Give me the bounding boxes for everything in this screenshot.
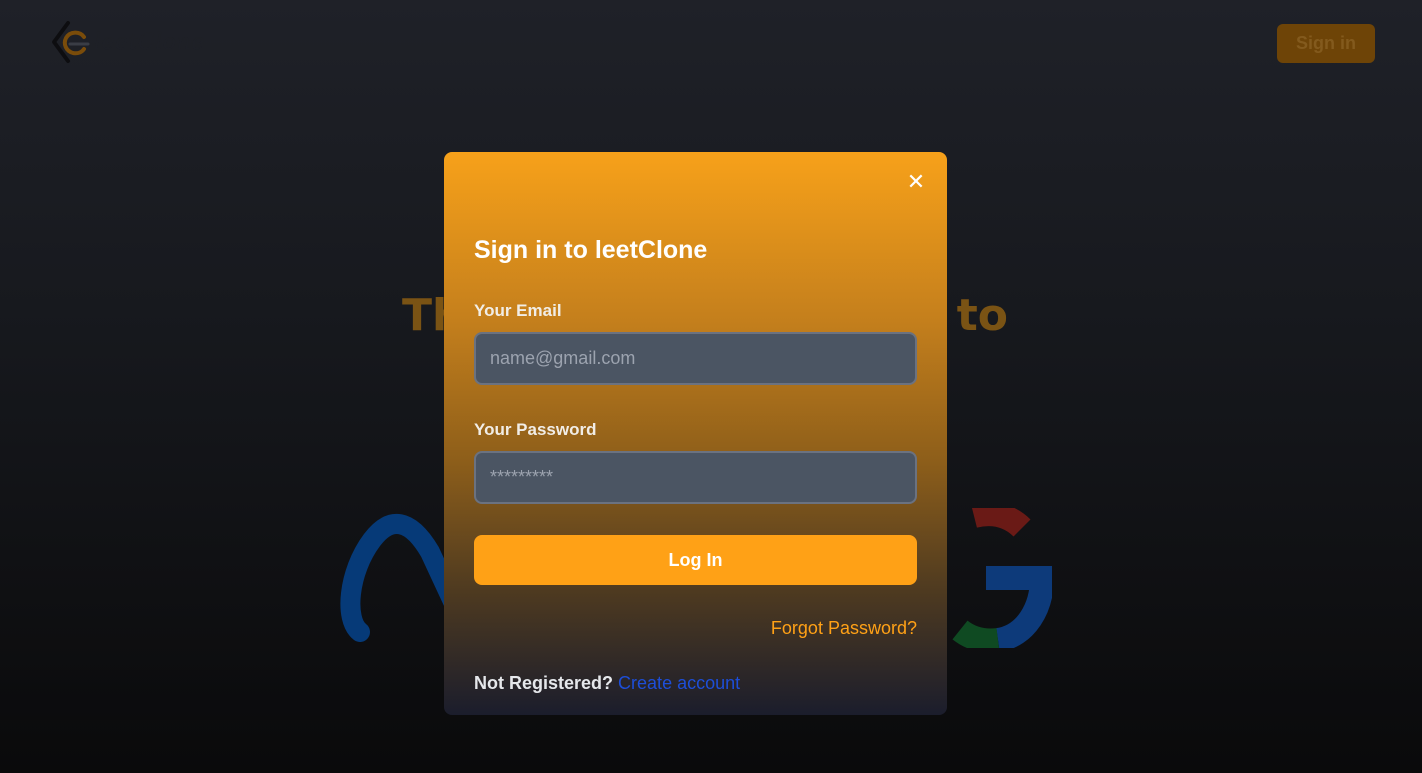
background-headline-right: to — [956, 290, 1008, 341]
email-label: Your Email — [474, 301, 562, 320]
leetclone-logo-icon — [52, 21, 90, 63]
email-field[interactable] — [474, 332, 917, 385]
password-label: Your Password — [474, 420, 597, 439]
create-account-link[interactable]: Create account — [618, 673, 740, 693]
meta-logo-icon — [340, 514, 458, 642]
login-button[interactable]: Log In — [474, 535, 917, 585]
header-sign-in-button[interactable]: Sign in — [1277, 24, 1375, 63]
logo-text: leetClone — [94, 29, 205, 55]
modal-title: Sign in to leetClone — [474, 236, 708, 264]
close-icon[interactable]: ✕ — [903, 169, 929, 195]
register-prompt-text: Not Registered? — [474, 673, 614, 693]
password-field[interactable] — [474, 451, 917, 504]
register-prompt: Not Registered? Create account — [474, 673, 740, 694]
forgot-password-link[interactable]: Forgot Password? — [771, 618, 917, 639]
app-logo[interactable]: leetClone — [50, 20, 205, 64]
google-logo-icon — [952, 508, 1052, 648]
sign-in-modal: ✕ Sign in to leetClone Your Email Your P… — [444, 152, 947, 715]
